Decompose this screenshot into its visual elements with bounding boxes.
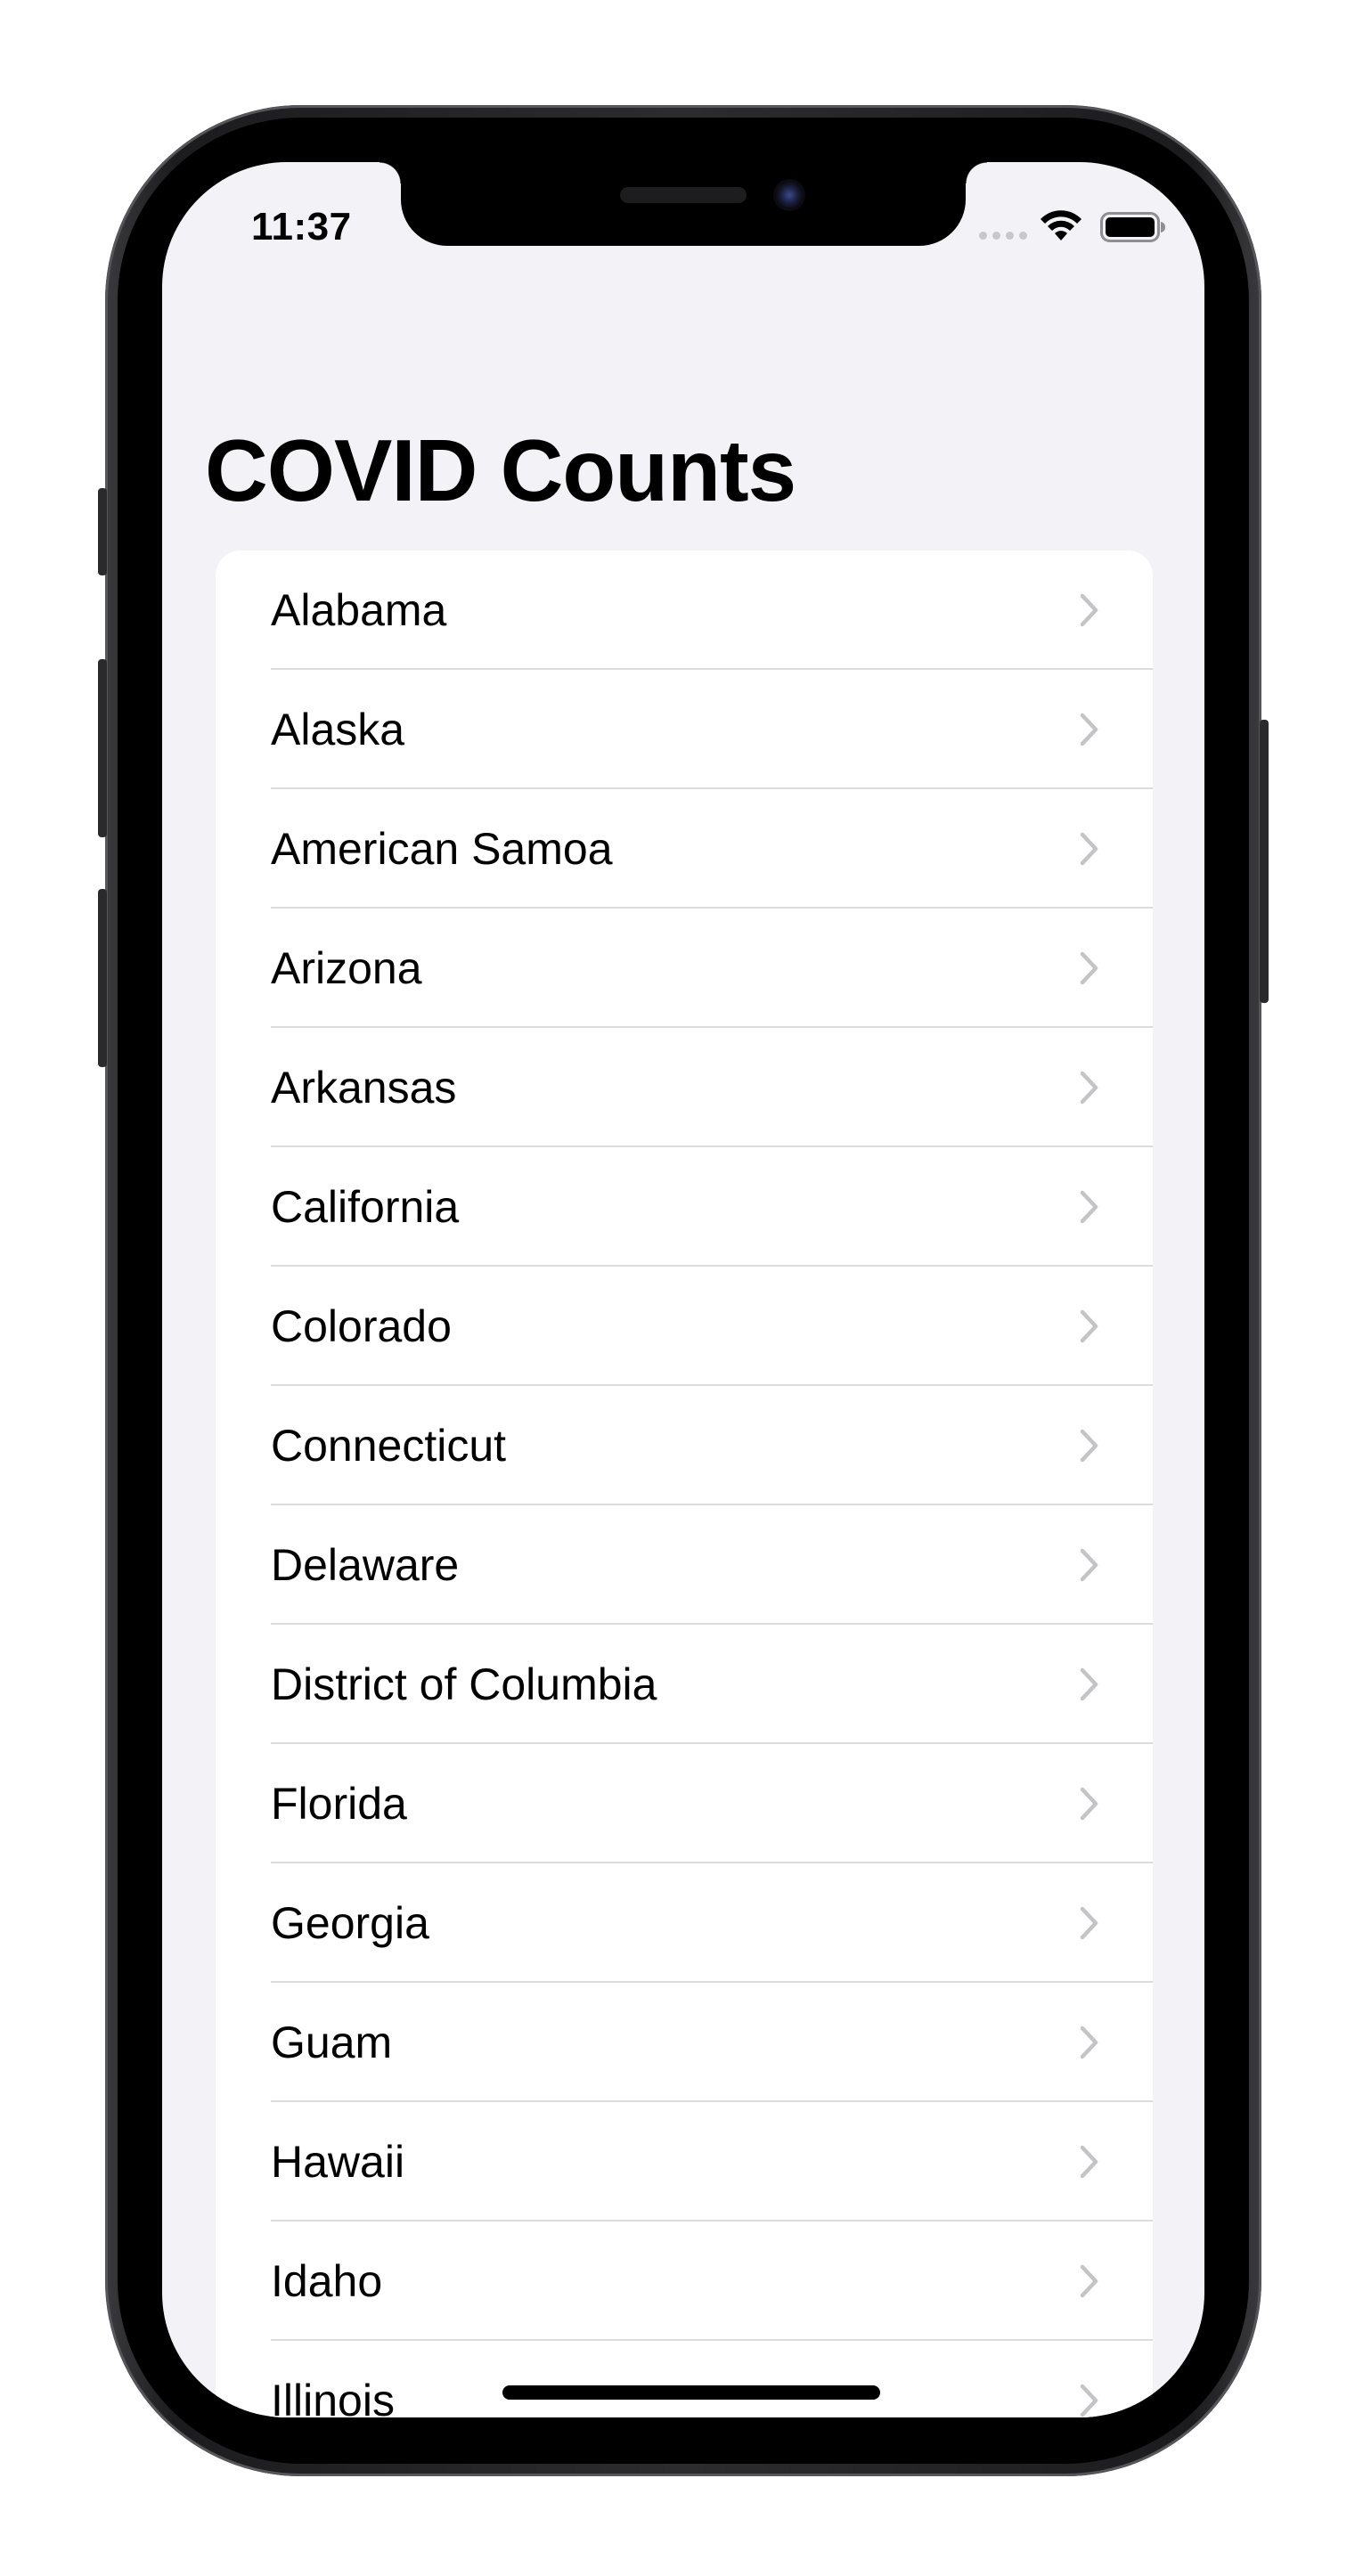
list-item[interactable]: Delaware bbox=[216, 1505, 1153, 1625]
page-title: COVID Counts bbox=[205, 421, 796, 519]
list-item[interactable]: Illinois bbox=[216, 2341, 1153, 2417]
wifi-icon bbox=[1041, 210, 1081, 240]
list-item[interactable]: Florida bbox=[216, 1744, 1153, 1863]
chevron-right-icon bbox=[1080, 713, 1098, 746]
chevron-right-icon bbox=[1080, 1071, 1098, 1105]
list-item[interactable]: Arizona bbox=[216, 909, 1153, 1028]
speaker-grille bbox=[620, 187, 747, 203]
list-item-label: Alabama bbox=[271, 585, 447, 635]
silent-switch bbox=[98, 488, 107, 575]
list-item[interactable]: Alabama bbox=[216, 550, 1153, 670]
list-item-label: Florida bbox=[271, 1779, 407, 1829]
chevron-right-icon bbox=[1080, 1787, 1098, 1821]
list-item-label: Hawaii bbox=[271, 2137, 405, 2187]
chevron-right-icon bbox=[1080, 2026, 1098, 2059]
chevron-right-icon bbox=[1080, 1429, 1098, 1463]
list-item-label: District of Columbia bbox=[271, 1659, 657, 1709]
chevron-right-icon bbox=[1080, 1190, 1098, 1224]
status-time: 11:37 bbox=[251, 205, 352, 249]
list-item-label: Alaska bbox=[271, 705, 405, 754]
list-item[interactable]: American Samoa bbox=[216, 789, 1153, 909]
states-list: Alabama Alaska American Samoa Arizona Arkans… bbox=[216, 550, 1153, 2417]
list-item-label: Georgia bbox=[271, 1898, 429, 1948]
chevron-right-icon bbox=[1080, 1309, 1098, 1343]
list-item-label: Arizona bbox=[271, 943, 422, 993]
list-item-label: Arkansas bbox=[271, 1063, 457, 1113]
chevron-right-icon bbox=[1080, 1667, 1098, 1701]
list-item-label: Guam bbox=[271, 2018, 393, 2067]
list-item[interactable]: Connecticut bbox=[216, 1386, 1153, 1505]
chevron-right-icon bbox=[1080, 593, 1098, 627]
list-item-label: Idaho bbox=[271, 2256, 383, 2306]
chevron-right-icon bbox=[1080, 2264, 1098, 2298]
list-item[interactable]: District of Columbia bbox=[216, 1625, 1153, 1744]
notch bbox=[380, 162, 987, 246]
list-item[interactable]: Idaho bbox=[216, 2221, 1153, 2341]
chevron-right-icon bbox=[1080, 832, 1098, 866]
list-item-label: Connecticut bbox=[271, 1421, 507, 1471]
list-item-label: Delaware bbox=[271, 1540, 460, 1590]
list-item[interactable]: Hawaii bbox=[216, 2102, 1153, 2221]
list-item[interactable]: Guam bbox=[216, 1983, 1153, 2102]
front-camera bbox=[773, 179, 805, 211]
volume-down-button bbox=[98, 889, 107, 1067]
chevron-right-icon bbox=[1080, 1548, 1098, 1582]
chevron-right-icon bbox=[1080, 1906, 1098, 1940]
list-item[interactable]: Georgia bbox=[216, 1863, 1153, 1983]
battery-icon bbox=[1100, 212, 1165, 242]
list-item[interactable]: California bbox=[216, 1147, 1153, 1267]
list-item[interactable]: Alaska bbox=[216, 670, 1153, 789]
list-item-label: California bbox=[271, 1182, 460, 1232]
list-item-label: Colorado bbox=[271, 1301, 452, 1351]
app-screen: 11:37 COVID Counts Alabama Alaska American… bbox=[162, 162, 1204, 2417]
chevron-right-icon bbox=[1080, 2145, 1098, 2179]
list-item-label: American Samoa bbox=[271, 824, 613, 874]
list-item[interactable]: Colorado bbox=[216, 1267, 1153, 1386]
home-indicator[interactable] bbox=[502, 2385, 880, 2400]
power-button bbox=[1260, 720, 1269, 1003]
volume-up-button bbox=[98, 659, 107, 837]
list-item[interactable]: Arkansas bbox=[216, 1028, 1153, 1147]
chevron-right-icon bbox=[1080, 2384, 1098, 2417]
chevron-right-icon bbox=[1080, 951, 1098, 985]
list-item-label: Illinois bbox=[271, 2376, 395, 2417]
cellular-signal-icon bbox=[979, 232, 1027, 240]
